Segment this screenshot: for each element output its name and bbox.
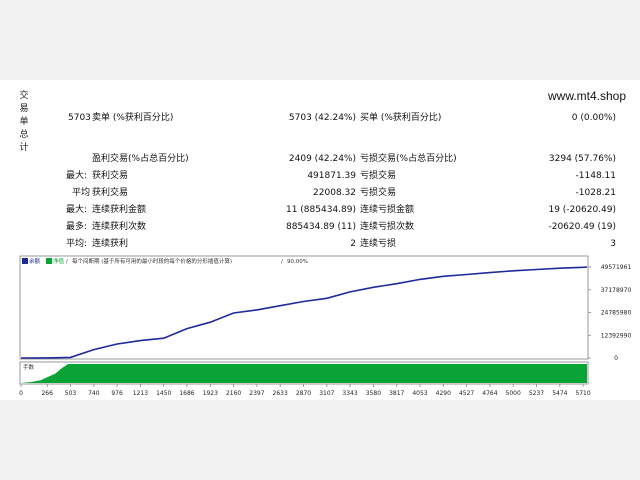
x-tick-label: 4527: [459, 390, 474, 397]
x-tick-label: 4053: [412, 390, 427, 397]
row-prefix: 最大:: [66, 205, 88, 215]
avg-loss-value: -1028.21: [575, 188, 616, 198]
winning-trades-value: 2409 (42.24%): [288, 154, 356, 164]
x-tick-label: 1686: [179, 390, 194, 397]
max-profit-label: 获利交易: [92, 171, 129, 181]
side-label-char: 单: [19, 117, 29, 127]
y-tick-label: 37178970: [601, 287, 632, 294]
y-tick-label: 0: [614, 355, 618, 362]
row-prefix: 平均: [72, 188, 91, 198]
legend-separator: /: [281, 259, 283, 265]
max-consec-win-amount-label: 连续获利金额: [92, 205, 147, 215]
x-tick-label: 1450: [156, 390, 171, 397]
sell-value: 5703 (42.24%): [288, 113, 356, 123]
avg-consec-loss-value: 3: [610, 239, 616, 249]
max-profit-value: 491871.39: [307, 171, 356, 181]
y-tick-label: 49571961: [601, 264, 632, 271]
avg-consec-win-label: 连续获利: [92, 239, 129, 249]
x-tick-label: 0: [19, 390, 23, 397]
losing-trades-label: 亏损交易(%占总百分比): [360, 154, 457, 164]
x-tick-label: 4764: [482, 390, 497, 397]
max-consec-loss-amount-label: 连续亏损金额: [360, 205, 415, 215]
x-tick-label: 2633: [273, 390, 288, 397]
buy-value: 0 (0.00%): [571, 113, 616, 123]
max-consec-loss-count-value: -20620.49 (19): [548, 222, 616, 232]
x-tick-label: 740: [88, 390, 100, 397]
x-tick-label: 4290: [436, 390, 451, 397]
x-tick-label: 976: [111, 390, 123, 397]
x-tick-label: 2397: [249, 390, 264, 397]
x-tick-label: 3343: [342, 390, 357, 397]
balance-chart-svg: 余额 净值 / 每个间断期 (基于所有可用的最小时段的每个价格的分形插值计算) …: [19, 255, 632, 397]
winning-trades-label: 盈利交易(%占总百分比): [92, 154, 189, 164]
avg-profit-label: 获利交易: [92, 188, 129, 198]
avg-consec-win-value: 2: [350, 239, 356, 249]
row-prefix: 最多:: [66, 222, 88, 232]
buy-label: 买单 (%获利百分比): [360, 113, 442, 123]
x-tick-label: 3580: [366, 390, 381, 397]
balance-chart: 余额 净值 / 每个间断期 (基于所有可用的最小时段的每个价格的分形插值计算) …: [16, 255, 636, 400]
x-tick-label: 5710: [575, 390, 590, 397]
y-tick-label: 12392990: [601, 332, 632, 339]
sell-label: 卖单 (%获利百分比): [92, 113, 174, 123]
side-label-char: 总: [19, 130, 29, 140]
side-section-label: 交 易 单 总 计: [18, 90, 30, 155]
row-prefix: 平均:: [66, 239, 88, 249]
max-consec-win-amount-value: 11 (885434.89): [285, 205, 356, 215]
max-loss-label: 亏损交易: [360, 171, 397, 181]
watermark: www.mt4.shop: [548, 89, 627, 103]
y-tick-label: 24785980: [601, 310, 632, 317]
total-trades-count: 5703: [68, 113, 91, 123]
lot-area: [21, 364, 587, 383]
lot-plot-title: 手数: [23, 363, 35, 371]
max-consec-loss-amount-value: 19 (-20620.49): [548, 205, 616, 215]
x-tick-label: 5237: [529, 390, 544, 397]
balance-legend-label: 余额: [29, 257, 41, 265]
max-consec-loss-count-label: 连续亏损次数: [360, 222, 415, 232]
avg-consec-loss-label: 连续亏损: [360, 239, 397, 249]
balance-legend-swatch: [22, 258, 28, 264]
max-consec-win-count-label: 连续获利次数: [92, 222, 147, 232]
x-tick-label: 1923: [203, 390, 218, 397]
side-label-char: 计: [19, 143, 29, 153]
modelling-note: 每个间断期 (基于所有可用的最小时段的每个价格的分形插值计算): [72, 257, 232, 265]
x-tick-label: 2160: [226, 390, 241, 397]
equity-legend-swatch: [46, 258, 52, 264]
legend-separator: /: [66, 259, 68, 265]
x-tick-label: 1213: [133, 390, 148, 397]
x-tick-label: 3107: [319, 390, 334, 397]
x-tick-label: 5000: [506, 390, 521, 397]
row-prefix: 最大:: [66, 171, 88, 181]
side-label-char: 交: [19, 91, 29, 101]
x-tick-label: 2870: [296, 390, 311, 397]
avg-profit-value: 22008.32: [313, 188, 356, 198]
max-consec-win-count-value: 885434.89 (11): [285, 222, 356, 232]
losing-trades-value: 3294 (57.76%): [548, 154, 616, 164]
modelling-quality: 90.00%: [287, 259, 308, 265]
x-tick-label: 3817: [389, 390, 404, 397]
equity-legend-label: 净值: [53, 257, 65, 265]
x-tick-label: 5474: [552, 390, 567, 397]
avg-loss-label: 亏损交易: [360, 188, 397, 198]
x-tick-label: 503: [65, 390, 77, 397]
x-tick-label: 266: [41, 390, 53, 397]
max-loss-value: -1148.11: [575, 171, 616, 181]
side-label-char: 易: [19, 104, 29, 114]
